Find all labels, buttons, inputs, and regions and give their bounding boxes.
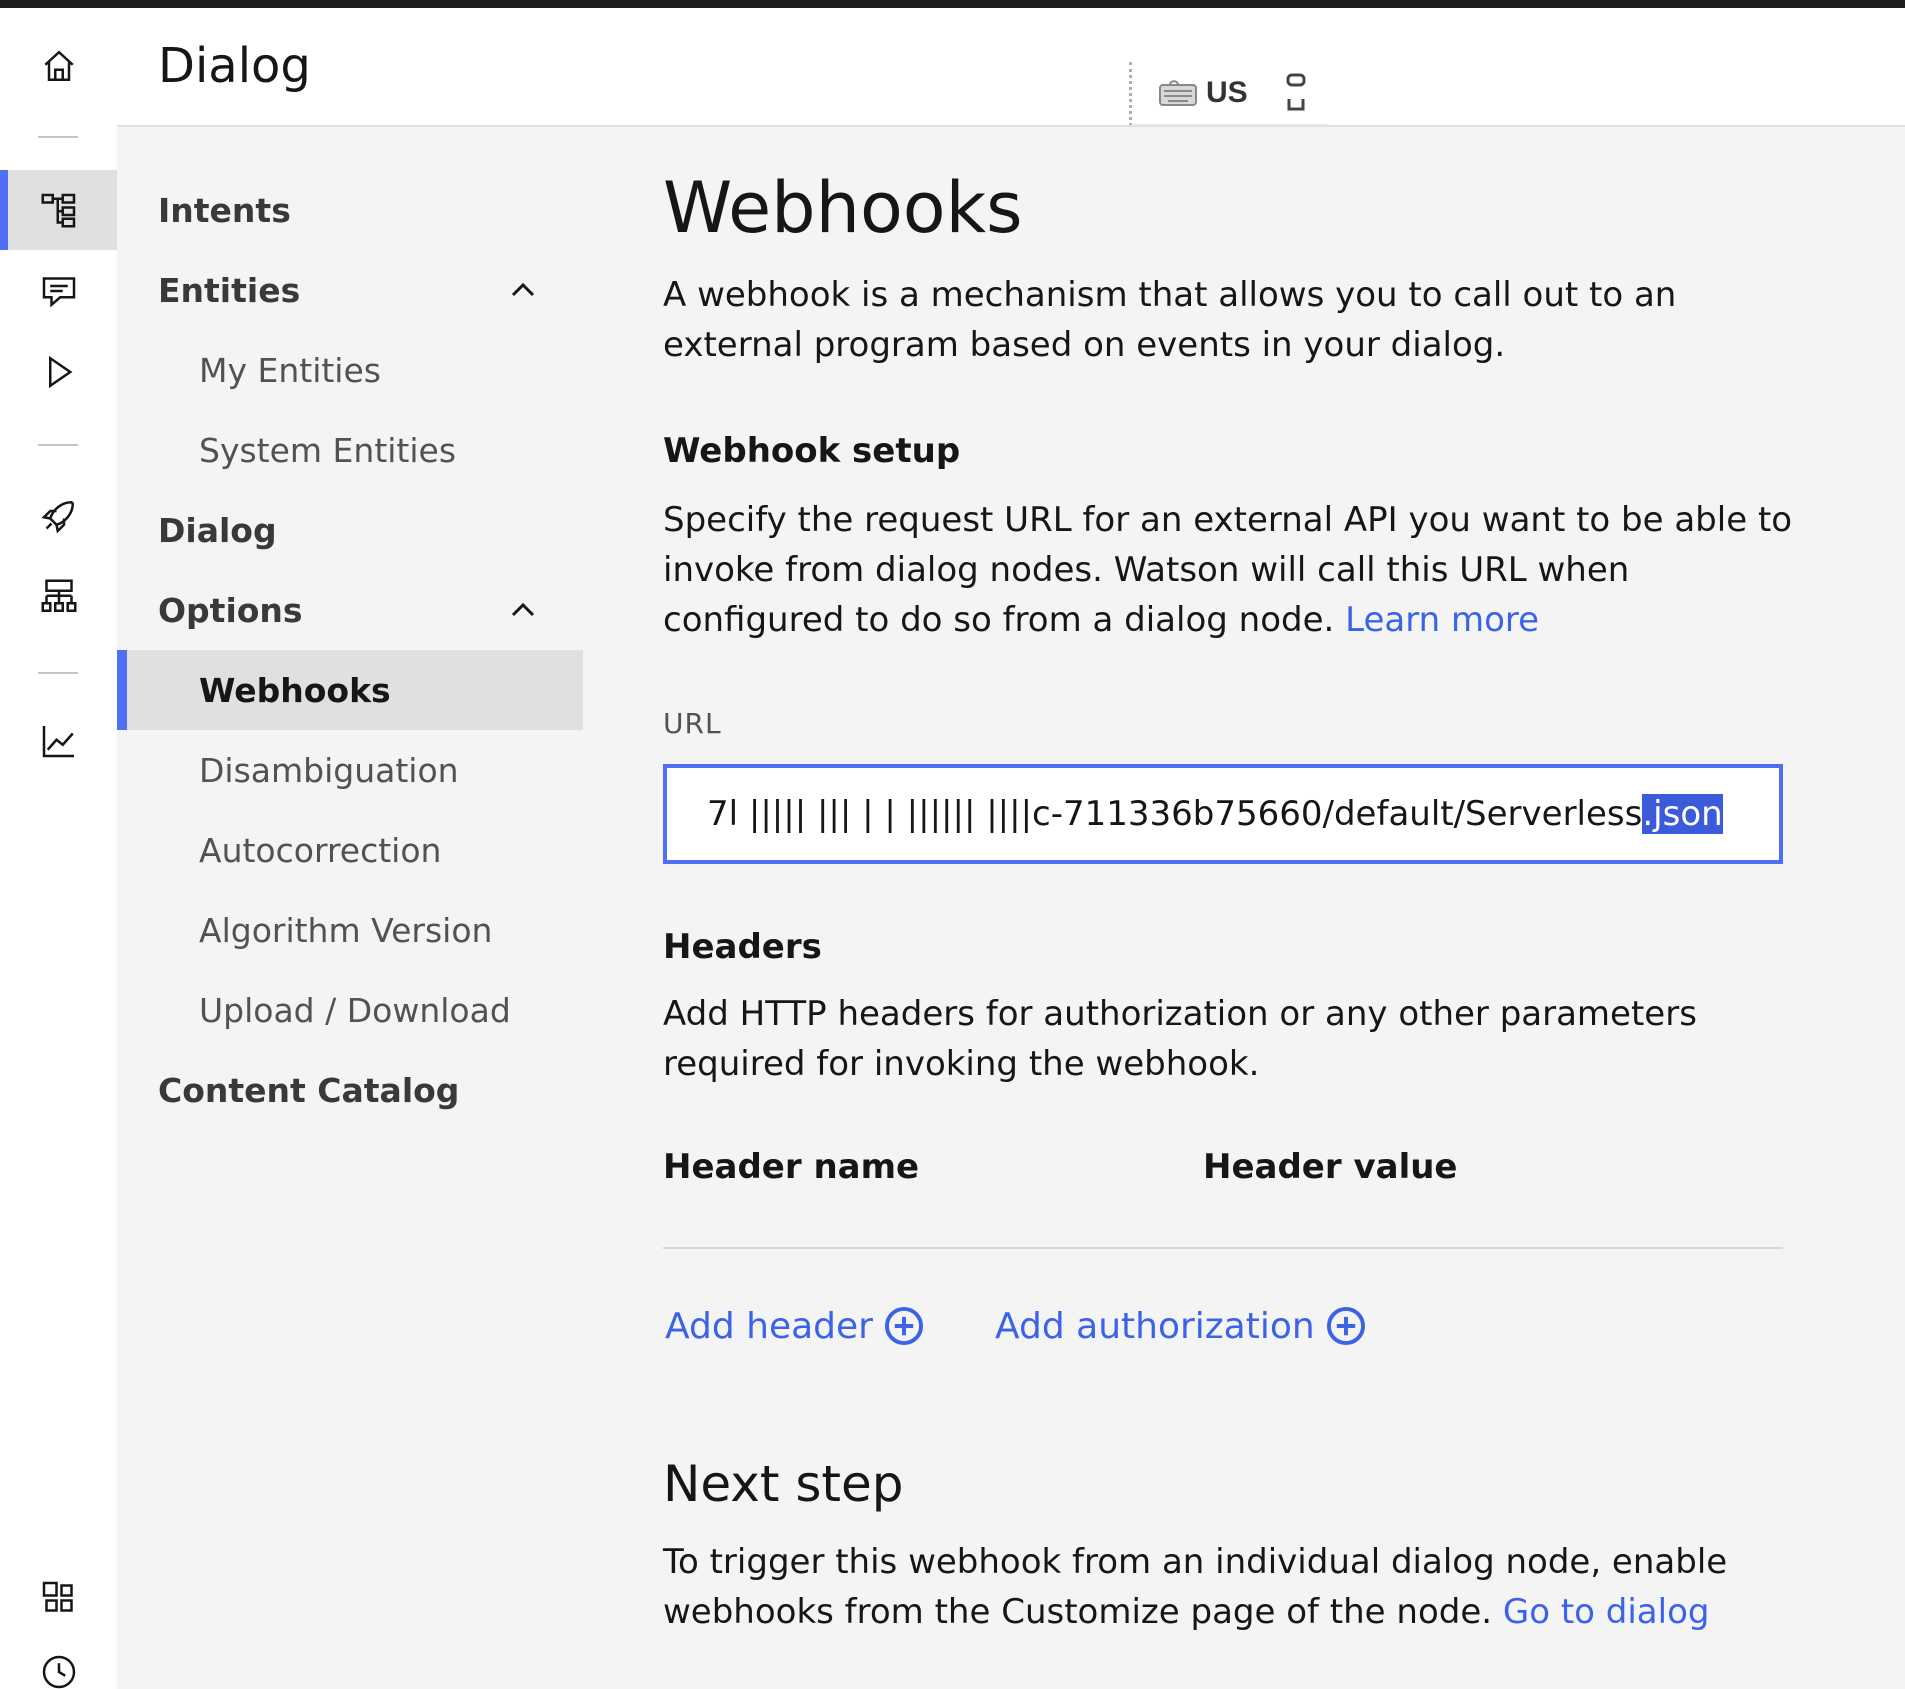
nav-item-entities[interactable]: Entities xyxy=(117,250,583,330)
rail-divider xyxy=(38,136,78,138)
secondary-nav: Intents Entities My Entities System Enti… xyxy=(117,127,583,1689)
add-circle-icon xyxy=(884,1306,923,1346)
nav-item-intents[interactable]: Intents xyxy=(117,170,583,250)
go-to-dialog-link[interactable]: Go to dialog xyxy=(1503,1592,1710,1632)
add-authorization-label: Add authorization xyxy=(995,1305,1315,1347)
hierarchy-icon[interactable] xyxy=(0,557,117,637)
apps-icon[interactable] xyxy=(0,1558,117,1638)
clock-icon[interactable] xyxy=(0,1646,117,1689)
next-step-heading: Next step xyxy=(663,1455,904,1513)
main-content: Webhooks A webhook is a mechanism that a… xyxy=(663,127,1843,1689)
url-input[interactable]: 7l ||||| ||| | | |||||| ||||c-711336b756… xyxy=(663,764,1783,864)
intro-text: A webhook is a mechanism that allows you… xyxy=(663,275,1677,365)
nav-item-label: Content Catalog xyxy=(158,1070,460,1110)
chat-icon[interactable] xyxy=(0,251,117,331)
add-header-label: Add header xyxy=(665,1305,873,1347)
page-title: Dialog xyxy=(158,38,311,94)
keyboard-language-indicator[interactable]: US xyxy=(1129,62,1329,126)
tree-icon[interactable] xyxy=(0,170,117,250)
setup-description: Specify the request URL for an external … xyxy=(663,500,1793,640)
nav-item-label: Options xyxy=(158,590,303,630)
nav-item-label: Webhooks xyxy=(199,670,391,710)
nav-item-system-entities[interactable]: System Entities xyxy=(117,410,583,490)
nav-item-disambiguation[interactable]: Disambiguation xyxy=(117,730,583,810)
nav-item-label: Intents xyxy=(158,190,291,230)
nav-item-dialog[interactable]: Dialog xyxy=(117,490,583,570)
webhook-setup-text: Specify the request URL for an external … xyxy=(663,495,1803,645)
nav-item-webhooks[interactable]: Webhooks xyxy=(117,650,583,730)
add-circle-icon xyxy=(1326,1306,1365,1346)
resize-icon[interactable] xyxy=(1286,73,1306,113)
rail-divider xyxy=(38,444,78,446)
page-header: Dialog US xyxy=(117,8,1905,127)
webhook-setup-heading: Webhook setup xyxy=(663,431,961,471)
add-header-button[interactable]: Add header xyxy=(665,1305,925,1347)
nav-item-label: Autocorrection xyxy=(199,830,442,870)
chevron-up-icon[interactable] xyxy=(507,274,539,306)
icon-rail xyxy=(0,8,117,1689)
keyboard-icon xyxy=(1159,80,1197,106)
rocket-icon[interactable] xyxy=(0,476,117,556)
column-header-name: Header name xyxy=(663,1147,920,1187)
nav-item-label: Algorithm Version xyxy=(199,910,493,950)
url-label: URL xyxy=(663,707,722,740)
nav-item-label: System Entities xyxy=(199,430,457,470)
play-icon[interactable] xyxy=(0,332,117,412)
analytics-icon[interactable] xyxy=(0,701,117,781)
nav-item-my-entities[interactable]: My Entities xyxy=(117,330,583,410)
headers-heading: Headers xyxy=(663,927,822,967)
window-top-border xyxy=(0,0,1905,8)
nav-item-options[interactable]: Options xyxy=(117,570,583,650)
next-step-text: To trigger this webhook from an individu… xyxy=(663,1537,1803,1637)
home-icon[interactable] xyxy=(0,26,117,106)
table-divider xyxy=(663,1247,1783,1249)
nav-item-label: Entities xyxy=(158,270,301,310)
nav-item-label: My Entities xyxy=(199,350,381,390)
nav-item-label: Dialog xyxy=(158,510,277,550)
learn-more-link[interactable]: Learn more xyxy=(1345,600,1539,640)
url-selected-text: .json xyxy=(1642,794,1723,834)
rail-divider xyxy=(38,672,78,674)
nav-item-algorithm-version[interactable]: Algorithm Version xyxy=(117,890,583,970)
nav-item-label: Disambiguation xyxy=(199,750,459,790)
nav-item-content-catalog[interactable]: Content Catalog xyxy=(117,1050,583,1130)
column-header-value: Header value xyxy=(1203,1147,1458,1187)
chevron-up-icon[interactable] xyxy=(507,594,539,626)
add-authorization-button[interactable]: Add authorization xyxy=(995,1305,1367,1347)
keyboard-language: US xyxy=(1206,76,1248,109)
url-value: 7l ||||| ||| | | |||||| ||||c-711336b756… xyxy=(707,794,1643,834)
nav-item-upload-download[interactable]: Upload / Download xyxy=(117,970,583,1050)
headers-text: Add HTTP headers for authorization or an… xyxy=(663,994,1697,1084)
section-title: Webhooks xyxy=(663,167,1023,249)
nav-item-autocorrection[interactable]: Autocorrection xyxy=(117,810,583,890)
nav-item-label: Upload / Download xyxy=(199,990,511,1030)
